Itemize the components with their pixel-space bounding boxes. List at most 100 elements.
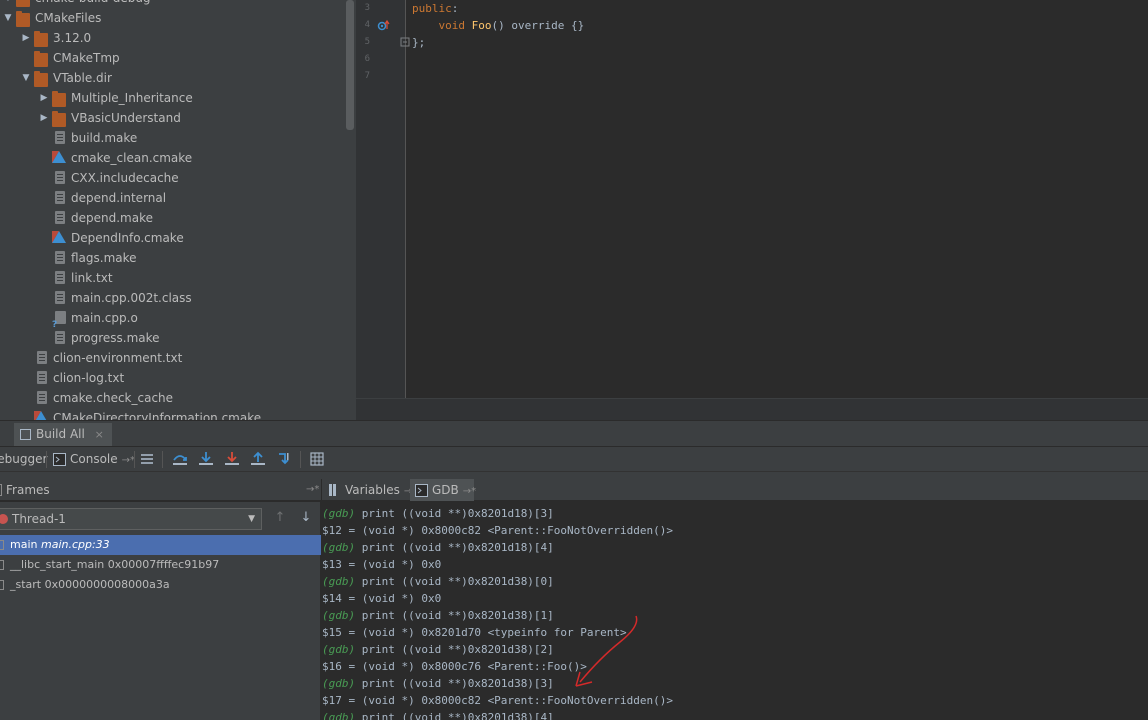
gdb-command-line: (gdb) print ((void **)0x8201d38)[2] xyxy=(322,641,554,658)
gdb-line-text: print ((void **)0x8201d38)[0] xyxy=(355,575,554,588)
code-line: }; xyxy=(412,36,426,49)
frame-icon xyxy=(0,540,4,550)
file-icon xyxy=(37,371,47,384)
gdb-prompt: (gdb) xyxy=(322,541,356,554)
folder-icon xyxy=(52,91,66,107)
gdb-output-line: $13 = (void *) 0x0 xyxy=(322,556,441,573)
tree-item[interactable]: ▼ CMakeFiles xyxy=(0,8,346,28)
file-icon xyxy=(55,191,65,204)
fold-marker-icon[interactable] xyxy=(400,37,410,47)
toolbar-separator xyxy=(134,451,135,468)
tree-item[interactable]: cmake_clean.cmake xyxy=(0,148,346,168)
tree-item-label: depend.internal xyxy=(71,191,167,205)
force-step-into-icon[interactable] xyxy=(224,451,240,467)
tree-item[interactable]: main.cpp.o xyxy=(0,308,346,335)
folder-icon xyxy=(52,111,66,127)
tab-gdb[interactable]: GDB →* xyxy=(410,479,477,501)
gdb-output-line: $16 = (void *) 0x8000c76 <Parent::Foo()> xyxy=(322,658,587,675)
tree-item[interactable]: depend.make xyxy=(0,208,346,228)
tree-item-label: flags.make xyxy=(71,251,137,265)
expanded-arrow-icon[interactable]: ▼ xyxy=(20,68,32,88)
tree-item[interactable]: cmake.check_cache xyxy=(0,388,346,408)
thread-select-value: Thread-1 xyxy=(12,512,66,526)
tree-item[interactable]: flags.make xyxy=(0,248,346,268)
tree-item-label: Multiple_Inheritance xyxy=(71,91,193,105)
step-over-icon[interactable] xyxy=(172,451,188,467)
tab-console[interactable]: Console →* xyxy=(70,447,135,472)
gdb-line-text: print ((void **)0x8201d38)[3] xyxy=(355,677,554,690)
tree-item-label: CMakeFiles xyxy=(35,11,102,25)
tree-item[interactable]: ▶ VBasicUnderstand xyxy=(0,108,346,128)
next-frame-arrow-icon[interactable]: ↓ xyxy=(298,510,314,526)
tree-item-label: depend.make xyxy=(71,211,153,225)
collapsed-arrow-icon[interactable]: ▶ xyxy=(20,28,32,48)
code-line: public: xyxy=(412,2,459,15)
frame-row[interactable]: _start 0x0000000008000a3a xyxy=(0,575,321,595)
tab-variables[interactable]: Variables→* xyxy=(345,479,417,501)
variables-gdb-header: Variables→* GDB→* xyxy=(322,479,1148,501)
build-icon xyxy=(20,429,31,440)
evaluate-icon[interactable] xyxy=(310,452,324,466)
tree-item[interactable]: build.make xyxy=(0,128,346,148)
expanded-arrow-icon[interactable]: ▼ xyxy=(2,0,14,8)
frame-row[interactable]: __libc_start_main 0x00007ffffec91b97 xyxy=(0,555,321,575)
tree-item-label: VTable.dir xyxy=(53,71,112,85)
tree-item[interactable]: CMakeDirectoryInformation.cmake xyxy=(0,408,346,420)
gdb-command-line: (gdb) print ((void **)0x8201d38)[0] xyxy=(322,573,554,590)
tree-item[interactable]: link.txt xyxy=(0,268,346,288)
collapsed-arrow-icon[interactable]: ▶ xyxy=(38,108,50,128)
tree-item[interactable]: depend.internal xyxy=(0,188,346,208)
chevron-down-icon[interactable]: ▼ xyxy=(248,509,255,529)
override-marker-icon[interactable] xyxy=(377,19,391,33)
gdb-prompt: (gdb) xyxy=(322,507,356,520)
tab-build-all[interactable]: Build All × xyxy=(14,423,112,446)
collapsed-arrow-icon[interactable]: ▶ xyxy=(38,88,50,108)
annotation-arrow-icon xyxy=(575,615,638,687)
tree-item-label: CXX.includecache xyxy=(71,171,179,185)
frame-row[interactable]: main main.cpp:33 xyxy=(0,535,321,555)
cmake-file-icon xyxy=(52,151,66,163)
expanded-arrow-icon[interactable]: ▼ xyxy=(2,8,14,28)
tree-item[interactable]: ▶ 3.12.0 xyxy=(0,28,346,48)
tree-item[interactable]: ▼ VTable.dir xyxy=(0,68,346,88)
pin-icon[interactable]: →* xyxy=(306,479,319,501)
debugger-toolbar: Debugger Console→* xyxy=(0,447,1148,472)
step-into-icon[interactable] xyxy=(198,451,214,467)
editor-breadcrumb-bar xyxy=(356,398,1148,420)
close-icon[interactable]: × xyxy=(95,428,104,441)
tree-item[interactable]: ▶ Multiple_Inheritance xyxy=(0,88,346,108)
frame-location: 0x00007ffffec91b97 xyxy=(107,558,220,571)
gdb-output-line: $14 = (void *) 0x0 xyxy=(322,590,441,607)
tree-item[interactable]: progress.make xyxy=(0,328,346,348)
tree-item[interactable]: main.cpp.002t.class xyxy=(0,288,346,308)
code-editor[interactable]: 3 4 5 6 7 public: void Foo() override {}… xyxy=(356,0,1148,420)
tree-item[interactable]: DependInfo.cmake xyxy=(0,228,346,248)
gdb-line-text: print ((void **)0x8201d18)[4] xyxy=(355,541,554,554)
code-area[interactable]: public: void Foo() override {} }; xyxy=(412,0,584,85)
thread-select[interactable]: Thread-1 ▼ xyxy=(0,508,262,530)
tree-item[interactable]: clion-log.txt xyxy=(0,368,346,388)
frames-icon[interactable] xyxy=(140,452,154,466)
frames-panel: Thread-1 ▼ ↑ ↓ main main.cpp:33 __libc_s… xyxy=(0,502,321,720)
tree-item[interactable]: ▼ cmake-build-debug xyxy=(0,0,346,8)
editor-gutter: 3 4 5 6 7 xyxy=(356,0,410,398)
folder-icon xyxy=(16,11,30,27)
gdb-console[interactable]: (gdb) print ((void **)0x8201d18)[3] $12 =… xyxy=(322,502,1148,720)
tree-item[interactable]: clion-environment.txt xyxy=(0,348,346,368)
step-out-icon[interactable] xyxy=(250,451,266,467)
gdb-prompt: (gdb) xyxy=(322,677,356,690)
cmake-file-icon xyxy=(34,411,48,420)
tree-item-label: VBasicUnderstand xyxy=(71,111,181,125)
tree-item-label: cmake.check_cache xyxy=(53,391,174,405)
panel-splitter[interactable] xyxy=(0,472,1148,479)
run-to-cursor-icon[interactable] xyxy=(277,451,293,467)
tab-gdb-label: GDB →* xyxy=(432,483,477,497)
previous-frame-arrow-icon[interactable]: ↑ xyxy=(272,510,288,526)
tree-item[interactable]: CXX.includecache xyxy=(0,168,346,188)
file-icon xyxy=(55,251,65,264)
tree-scrollbar[interactable] xyxy=(346,0,354,130)
tree-item[interactable]: CMakeTmp xyxy=(0,48,346,68)
folder-icon xyxy=(34,51,48,67)
tab-debugger[interactable]: Debugger xyxy=(0,447,47,472)
